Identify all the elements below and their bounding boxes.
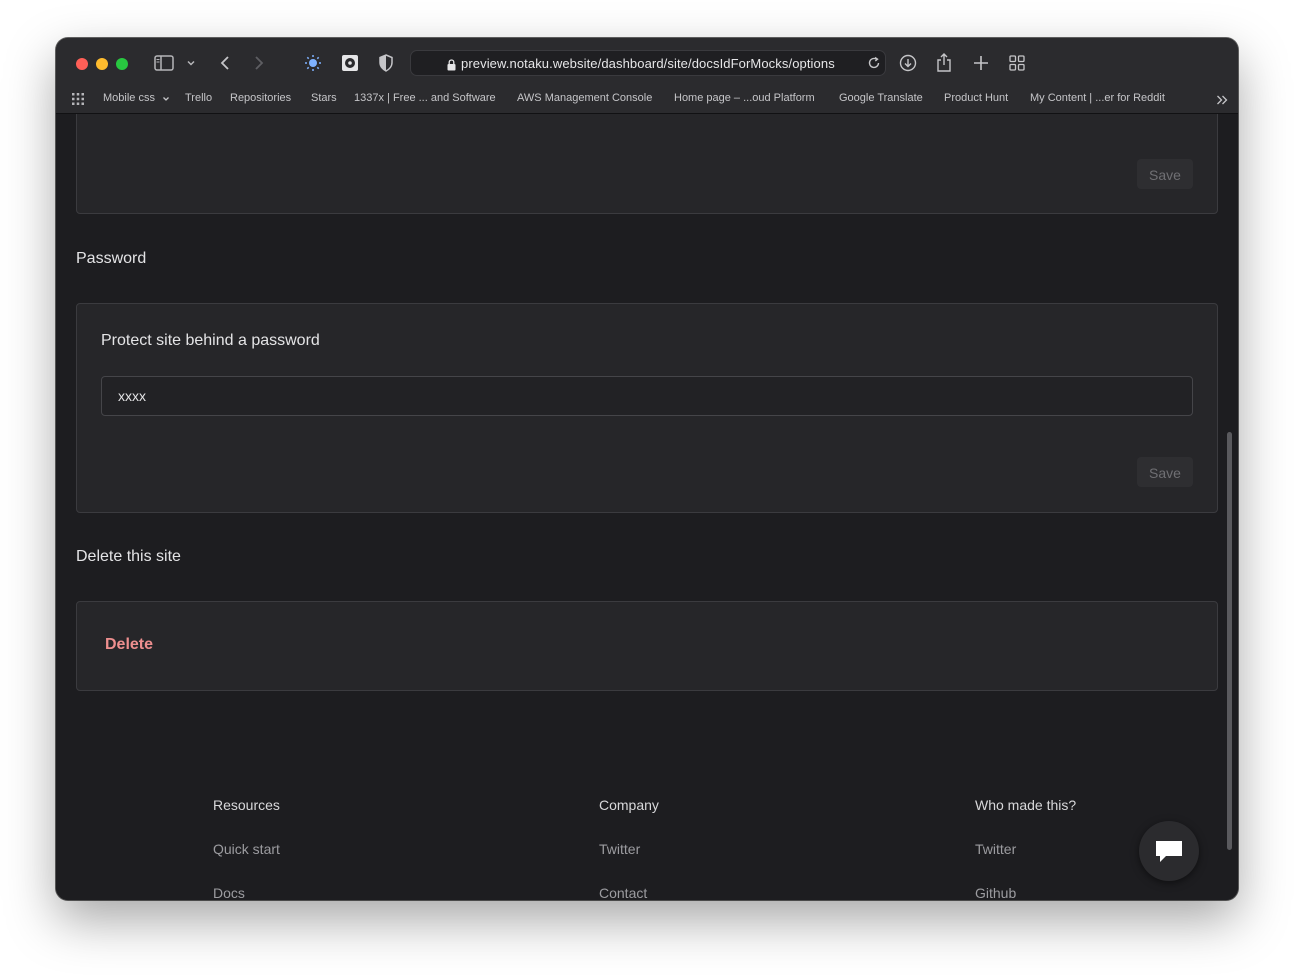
footer-link-github[interactable]: Github [975, 885, 1016, 900]
settings-card-top: Save [76, 114, 1218, 214]
password-card: Protect site behind a password Save [76, 303, 1218, 513]
privacy-shield-icon[interactable] [378, 54, 394, 72]
footer-link-twitter-author[interactable]: Twitter [975, 841, 1016, 857]
bookmark-trello[interactable]: Trello [185, 92, 212, 104]
bookmark-google-cloud[interactable]: Home page – ...oud Platform [674, 92, 815, 104]
minimize-window-button[interactable] [96, 58, 108, 70]
chat-button[interactable] [1139, 821, 1199, 881]
footer-link-docs[interactable]: Docs [213, 885, 245, 900]
bookmark-stars[interactable]: Stars [311, 92, 337, 104]
dark-reader-extension-icon[interactable] [304, 54, 322, 72]
save-password-button[interactable]: Save [1137, 457, 1193, 487]
password-label: Protect site behind a password [101, 332, 320, 349]
delete-section-title: Delete this site [76, 548, 181, 565]
page-content: Save Password Protect site behind a pass… [56, 114, 1238, 900]
footer-heading: Who made this? [975, 797, 1077, 813]
browser-window: preview.notaku.website/dashboard/site/do… [56, 38, 1238, 900]
footer-heading: Company [599, 797, 659, 813]
browser-toolbar: preview.notaku.website/dashboard/site/do… [56, 38, 1238, 88]
tab-overview-icon[interactable] [1009, 55, 1025, 71]
bookmarks-bar: Mobile css Trello Repositories Stars 133… [56, 88, 1238, 114]
reload-icon[interactable] [867, 56, 881, 70]
apps-grid-icon[interactable] [72, 93, 84, 105]
share-icon[interactable] [936, 53, 952, 73]
bookmark-mobile-css[interactable]: Mobile css [103, 92, 155, 104]
close-window-button[interactable] [76, 58, 88, 70]
address-bar[interactable]: preview.notaku.website/dashboard/site/do… [410, 50, 886, 76]
footer-link-quick-start[interactable]: Quick start [213, 841, 280, 857]
password-input[interactable] [101, 376, 1193, 416]
save-button[interactable]: Save [1137, 159, 1193, 189]
bookmark-repositories[interactable]: Repositories [230, 92, 291, 104]
chevron-down-icon[interactable] [186, 58, 196, 68]
footer-link-twitter[interactable]: Twitter [599, 841, 640, 857]
bookmark-google-translate[interactable]: Google Translate [839, 92, 923, 104]
password-section-title: Password [76, 250, 147, 267]
more-bookmarks-icon[interactable] [1216, 94, 1228, 106]
zoom-window-button[interactable] [116, 58, 128, 70]
chat-bubble-icon [1156, 841, 1182, 862]
url-text: preview.notaku.website/dashboard/site/do… [461, 56, 835, 71]
new-tab-icon[interactable] [973, 55, 989, 71]
bookmark-aws-console[interactable]: AWS Management Console [517, 92, 652, 104]
back-icon[interactable] [219, 55, 231, 71]
bookmark-1337x[interactable]: 1337x | Free ... and Software [354, 92, 496, 104]
footer-heading: Resources [213, 797, 280, 813]
chevron-down-icon[interactable] [162, 95, 170, 103]
bookmark-reddit[interactable]: My Content | ...er for Reddit [1030, 92, 1165, 104]
sidebar-toggle-icon[interactable] [154, 55, 174, 71]
delete-card: Delete [76, 601, 1218, 691]
downloads-icon[interactable] [899, 54, 917, 72]
footer-link-contact[interactable]: Contact [599, 885, 647, 900]
extension-icon[interactable] [341, 54, 359, 72]
forward-icon[interactable] [253, 55, 265, 71]
scrollbar-thumb[interactable] [1227, 432, 1232, 850]
delete-site-button[interactable]: Delete [105, 636, 153, 654]
lock-icon [447, 58, 456, 76]
bookmark-product-hunt[interactable]: Product Hunt [944, 92, 1008, 104]
